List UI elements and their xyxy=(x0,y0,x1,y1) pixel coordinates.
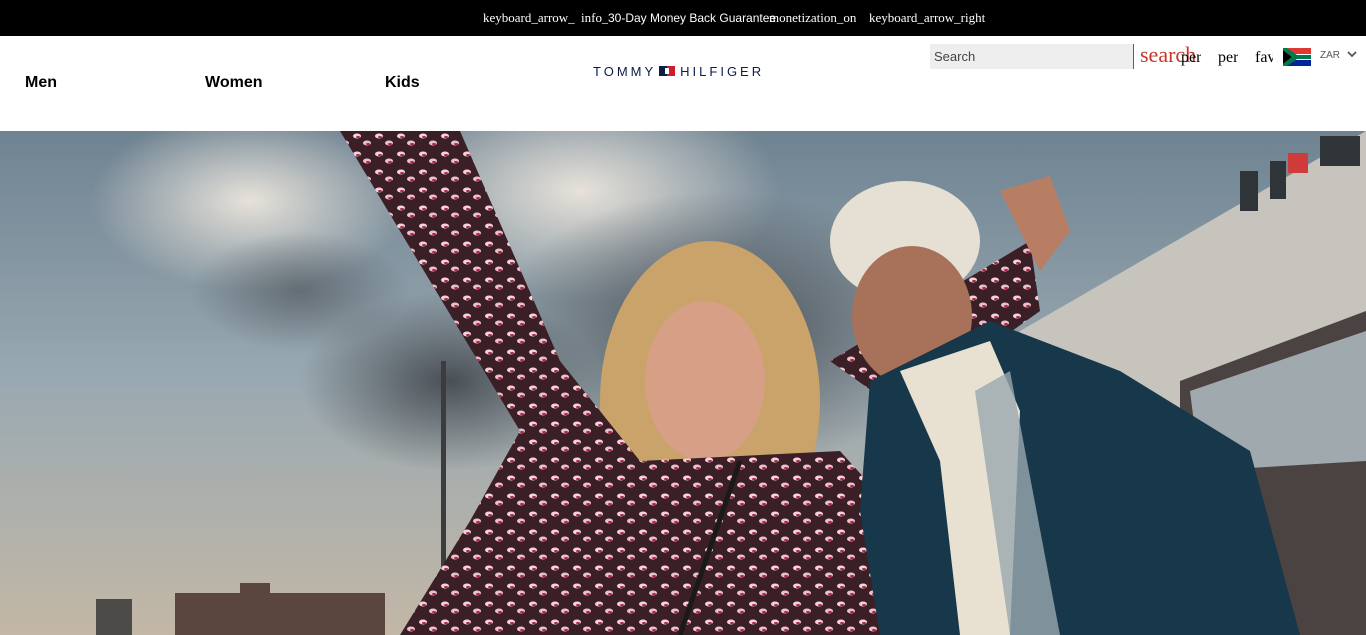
monetization-icon: monetization_on xyxy=(769,10,857,25)
currency-selector[interactable]: ZAR xyxy=(1320,50,1340,61)
search-input[interactable] xyxy=(930,44,1134,69)
nav-men[interactable]: Men xyxy=(25,74,57,92)
info-icon: info_outline xyxy=(581,10,608,25)
next-announcement-button[interactable]: keyboard_arrow_right xyxy=(869,10,985,26)
nav-women[interactable]: Women xyxy=(205,74,262,92)
site-header: Men Women Kids TOMMY HILFIGER search per… xyxy=(0,36,1366,131)
brand-logo[interactable]: TOMMY HILFIGER xyxy=(593,63,765,79)
logo-word-left: TOMMY xyxy=(593,63,657,79)
favorite-icon[interactable]: favorite xyxy=(1255,49,1273,67)
hero-banner[interactable] xyxy=(0,131,1366,635)
south-africa-flag-icon[interactable] xyxy=(1283,48,1311,66)
hero-photo xyxy=(0,131,1366,635)
account-icon[interactable]: person xyxy=(1181,49,1201,67)
announcement-bar: keyboard_arrow_ info_outline 30-Day Mone… xyxy=(0,0,1366,36)
logo-word-right: HILFIGER xyxy=(680,63,765,79)
announcement-message[interactable]: 30-Day Money Back Guarantee xyxy=(608,11,776,25)
chevron-down-icon[interactable] xyxy=(1346,49,1358,59)
previous-announcement-button[interactable]: keyboard_arrow_ xyxy=(483,10,575,26)
logo-flag-icon xyxy=(659,66,676,76)
person-icon[interactable]: person xyxy=(1218,49,1238,67)
nav-kids[interactable]: Kids xyxy=(385,74,420,92)
